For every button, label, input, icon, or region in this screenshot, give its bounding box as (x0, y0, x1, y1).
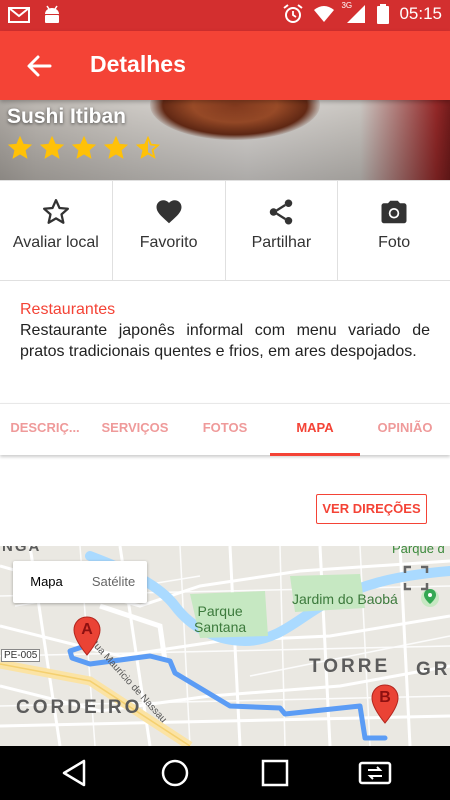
view-directions-button[interactable]: VER DIREÇÕES (316, 494, 427, 524)
tab-map[interactable]: MAPA (270, 404, 360, 456)
category-label: Restaurantes (20, 301, 116, 318)
map-label-gr: GR (416, 659, 450, 680)
rotate-screen-icon[interactable] (358, 758, 392, 788)
home-circle-icon[interactable] (160, 758, 190, 788)
tab-description[interactable]: DESCRIÇ... (0, 404, 90, 456)
map-view[interactable]: Mapa Satélite NGA Parque d Parque Santan… (0, 546, 450, 746)
star-filled-icon (40, 136, 64, 159)
star-filled-icon (72, 136, 96, 159)
share-icon (270, 199, 293, 225)
favorite-button[interactable]: Favorito (113, 181, 226, 280)
place-header-image: Sushi Itiban (0, 100, 450, 180)
map-type-toggle: Mapa Satélite (13, 561, 147, 603)
share-button[interactable]: Partilhar (226, 181, 339, 280)
tab-photos[interactable]: FOTOS (180, 404, 270, 456)
marker-a[interactable]: A (72, 616, 102, 656)
battery-icon (377, 4, 390, 24)
back-triangle-icon[interactable] (60, 758, 90, 788)
gmail-icon (8, 7, 30, 23)
app-bar: Detalhes (0, 31, 450, 100)
recents-square-icon[interactable] (260, 758, 290, 788)
map-label-top-right: Parque d (392, 546, 445, 556)
camera-icon (381, 200, 407, 224)
page-title: Detalhes (90, 51, 186, 77)
arrow-back-icon[interactable] (24, 51, 54, 81)
map-label-park: Parque Santana (194, 603, 247, 635)
rate-place-button[interactable]: Avaliar local (0, 181, 113, 280)
map-type-map[interactable]: Mapa (13, 561, 80, 603)
favorite-label: Favorito (139, 234, 198, 251)
tab-bar: DESCRIÇ... SERVIÇOS FOTOS MAPA OPINIÃO (0, 403, 450, 456)
system-navigation-bar (0, 746, 450, 800)
android-icon (45, 5, 59, 23)
marker-b[interactable]: B (370, 684, 400, 724)
description-text: Restaurante japonês informal com menu va… (20, 322, 430, 360)
status-time: 05:15 (399, 4, 442, 23)
map-label-cordeiro: CORDEIRO (16, 697, 143, 718)
star-filled-icon (8, 136, 32, 159)
marker-a-label: A (81, 621, 93, 638)
cell-signal-icon: 3G (341, 1, 367, 24)
share-label: Partilhar (251, 234, 312, 251)
place-name: Sushi Itiban (7, 105, 127, 128)
wifi-icon (314, 6, 335, 22)
photo-button[interactable]: Foto (338, 181, 450, 280)
map-type-satellite[interactable]: Satélite (80, 561, 147, 603)
map-label-torre: TORRE (309, 656, 391, 677)
star-half-icon (136, 136, 160, 159)
rate-place-label: Avaliar local (12, 234, 99, 251)
marker-b-label: B (379, 689, 391, 706)
heart-icon (156, 200, 182, 224)
tab-services[interactable]: SERVIÇOS (90, 404, 180, 456)
photo-label: Foto (378, 234, 411, 251)
alarm-icon (283, 4, 304, 23)
network-type: 3G (341, 1, 353, 10)
road-shield-pe-005: PE-005 (1, 649, 41, 662)
action-row: Avaliar local Favorito Partilhar Foto (0, 180, 450, 281)
status-bar: 3G 05:15 (0, 0, 450, 31)
map-label-top-left: NGA (2, 546, 42, 555)
star-filled-icon (104, 136, 128, 159)
rating-stars (8, 136, 160, 160)
description-section: Restaurantes Restaurante japonês informa… (20, 300, 430, 362)
star-outline-icon (42, 199, 69, 224)
fullscreen-icon[interactable] (403, 565, 429, 591)
map-label-garden: Jardim do Baobá (292, 591, 398, 607)
tab-reviews[interactable]: OPINIÃO (360, 404, 450, 456)
